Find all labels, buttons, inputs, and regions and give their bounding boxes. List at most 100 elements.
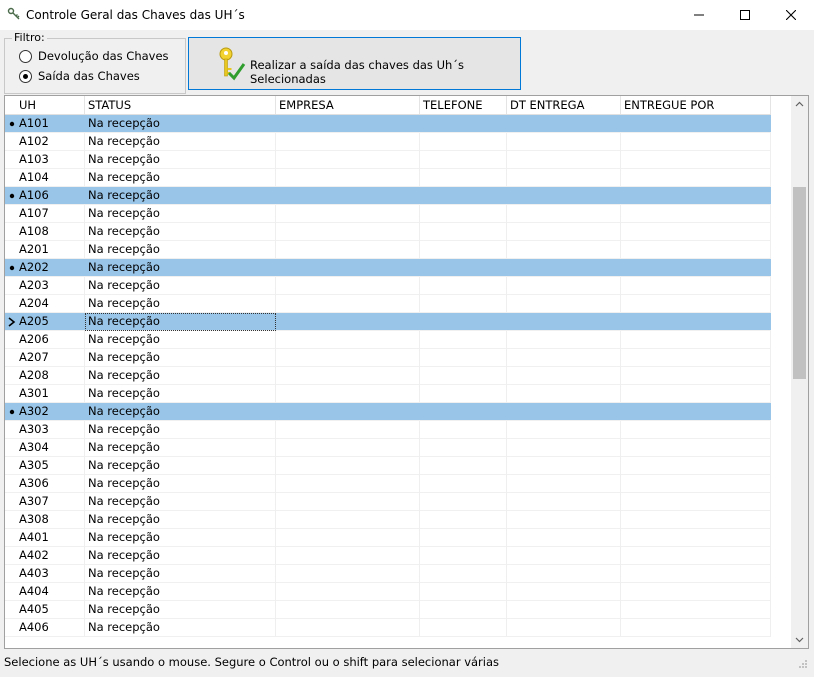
- dt-entrega-cell[interactable]: [507, 619, 621, 637]
- entregue-por-cell[interactable]: [621, 115, 771, 133]
- status-cell[interactable]: Na recepção: [85, 385, 276, 403]
- table-row[interactable]: A404 Na recepção: [5, 583, 771, 601]
- uh-cell[interactable]: A107: [5, 205, 85, 223]
- uh-cell[interactable]: A101: [5, 115, 85, 133]
- uh-cell[interactable]: A103: [5, 151, 85, 169]
- dt-entrega-cell[interactable]: [507, 241, 621, 259]
- entregue-por-cell[interactable]: [621, 313, 771, 331]
- empresa-cell[interactable]: [276, 331, 420, 349]
- empresa-cell[interactable]: [276, 511, 420, 529]
- telefone-cell[interactable]: [420, 421, 507, 439]
- entregue-por-cell[interactable]: [621, 601, 771, 619]
- empresa-cell[interactable]: [276, 223, 420, 241]
- scrollbar-thumb[interactable]: [793, 187, 806, 379]
- uh-cell[interactable]: A401: [5, 529, 85, 547]
- status-cell[interactable]: Na recepção: [85, 205, 276, 223]
- status-cell[interactable]: Na recepção: [85, 349, 276, 367]
- empresa-cell[interactable]: [276, 439, 420, 457]
- uh-cell[interactable]: A304: [5, 439, 85, 457]
- dt-entrega-cell[interactable]: [507, 259, 621, 277]
- dt-entrega-cell[interactable]: [507, 511, 621, 529]
- entregue-por-cell[interactable]: [621, 241, 771, 259]
- telefone-cell[interactable]: [420, 133, 507, 151]
- status-cell[interactable]: Na recepção: [85, 259, 276, 277]
- table-row[interactable]: A401 Na recepção: [5, 529, 771, 547]
- dt-entrega-cell[interactable]: [507, 439, 621, 457]
- uh-cell[interactable]: A303: [5, 421, 85, 439]
- column-header-status[interactable]: STATUS: [85, 96, 276, 114]
- dt-entrega-cell[interactable]: [507, 367, 621, 385]
- scroll-up-icon[interactable]: [791, 96, 808, 113]
- dt-entrega-cell[interactable]: [507, 205, 621, 223]
- telefone-cell[interactable]: [420, 259, 507, 277]
- telefone-cell[interactable]: [420, 187, 507, 205]
- table-row[interactable]: A102 Na recepção: [5, 133, 771, 151]
- empresa-cell[interactable]: [276, 133, 420, 151]
- status-cell[interactable]: Na recepção: [85, 277, 276, 295]
- telefone-cell[interactable]: [420, 547, 507, 565]
- empresa-cell[interactable]: [276, 493, 420, 511]
- empresa-cell[interactable]: [276, 367, 420, 385]
- uh-cell[interactable]: A206: [5, 331, 85, 349]
- dt-entrega-cell[interactable]: [507, 115, 621, 133]
- status-cell[interactable]: Na recepção: [85, 529, 276, 547]
- telefone-cell[interactable]: [420, 331, 507, 349]
- dt-entrega-cell[interactable]: [507, 385, 621, 403]
- table-row[interactable]: A306 Na recepção: [5, 475, 771, 493]
- uh-cell[interactable]: A106: [5, 187, 85, 205]
- uh-cell[interactable]: A406: [5, 619, 85, 637]
- dt-entrega-cell[interactable]: [507, 151, 621, 169]
- uh-cell[interactable]: A307: [5, 493, 85, 511]
- table-row[interactable]: A202 Na recepção: [5, 259, 771, 277]
- entregue-por-cell[interactable]: [621, 439, 771, 457]
- status-cell[interactable]: Na recepção: [85, 421, 276, 439]
- scroll-down-icon[interactable]: [791, 631, 808, 648]
- empresa-cell[interactable]: [276, 457, 420, 475]
- dt-entrega-cell[interactable]: [507, 223, 621, 241]
- table-row[interactable]: A302 Na recepção: [5, 403, 771, 421]
- table-row[interactable]: A304 Na recepção: [5, 439, 771, 457]
- dt-entrega-cell[interactable]: [507, 331, 621, 349]
- empresa-cell[interactable]: [276, 295, 420, 313]
- empresa-cell[interactable]: [276, 115, 420, 133]
- telefone-cell[interactable]: [420, 295, 507, 313]
- telefone-cell[interactable]: [420, 565, 507, 583]
- telefone-cell[interactable]: [420, 223, 507, 241]
- status-cell[interactable]: Na recepção: [85, 187, 276, 205]
- status-cell[interactable]: Na recepção: [85, 547, 276, 565]
- empresa-cell[interactable]: [276, 565, 420, 583]
- dt-entrega-cell[interactable]: [507, 349, 621, 367]
- table-row[interactable]: A106 Na recepção: [5, 187, 771, 205]
- telefone-cell[interactable]: [420, 313, 507, 331]
- column-header-uh[interactable]: UH: [5, 96, 85, 114]
- entregue-por-cell[interactable]: [621, 493, 771, 511]
- empresa-cell[interactable]: [276, 601, 420, 619]
- uh-cell[interactable]: A108: [5, 223, 85, 241]
- dt-entrega-cell[interactable]: [507, 565, 621, 583]
- entregue-por-cell[interactable]: [621, 565, 771, 583]
- dt-entrega-cell[interactable]: [507, 277, 621, 295]
- dt-entrega-cell[interactable]: [507, 169, 621, 187]
- entregue-por-cell[interactable]: [621, 457, 771, 475]
- dt-entrega-cell[interactable]: [507, 601, 621, 619]
- telefone-cell[interactable]: [420, 349, 507, 367]
- entregue-por-cell[interactable]: [621, 259, 771, 277]
- table-row[interactable]: A108 Na recepção: [5, 223, 771, 241]
- status-cell[interactable]: Na recepção: [85, 151, 276, 169]
- column-header-dt-entrega[interactable]: DT ENTREGA: [507, 96, 621, 114]
- telefone-cell[interactable]: [420, 115, 507, 133]
- status-cell[interactable]: Na recepção: [85, 169, 276, 187]
- column-header-empresa[interactable]: EMPRESA: [276, 96, 420, 114]
- uh-cell[interactable]: A207: [5, 349, 85, 367]
- telefone-cell[interactable]: [420, 493, 507, 511]
- table-row[interactable]: A101 Na recepção: [5, 115, 771, 133]
- status-cell[interactable]: Na recepção: [85, 493, 276, 511]
- entregue-por-cell[interactable]: [621, 529, 771, 547]
- entregue-por-cell[interactable]: [621, 421, 771, 439]
- empresa-cell[interactable]: [276, 313, 420, 331]
- entregue-por-cell[interactable]: [621, 367, 771, 385]
- table-row[interactable]: A203 Na recepção: [5, 277, 771, 295]
- dt-entrega-cell[interactable]: [507, 403, 621, 421]
- dt-entrega-cell[interactable]: [507, 457, 621, 475]
- telefone-cell[interactable]: [420, 169, 507, 187]
